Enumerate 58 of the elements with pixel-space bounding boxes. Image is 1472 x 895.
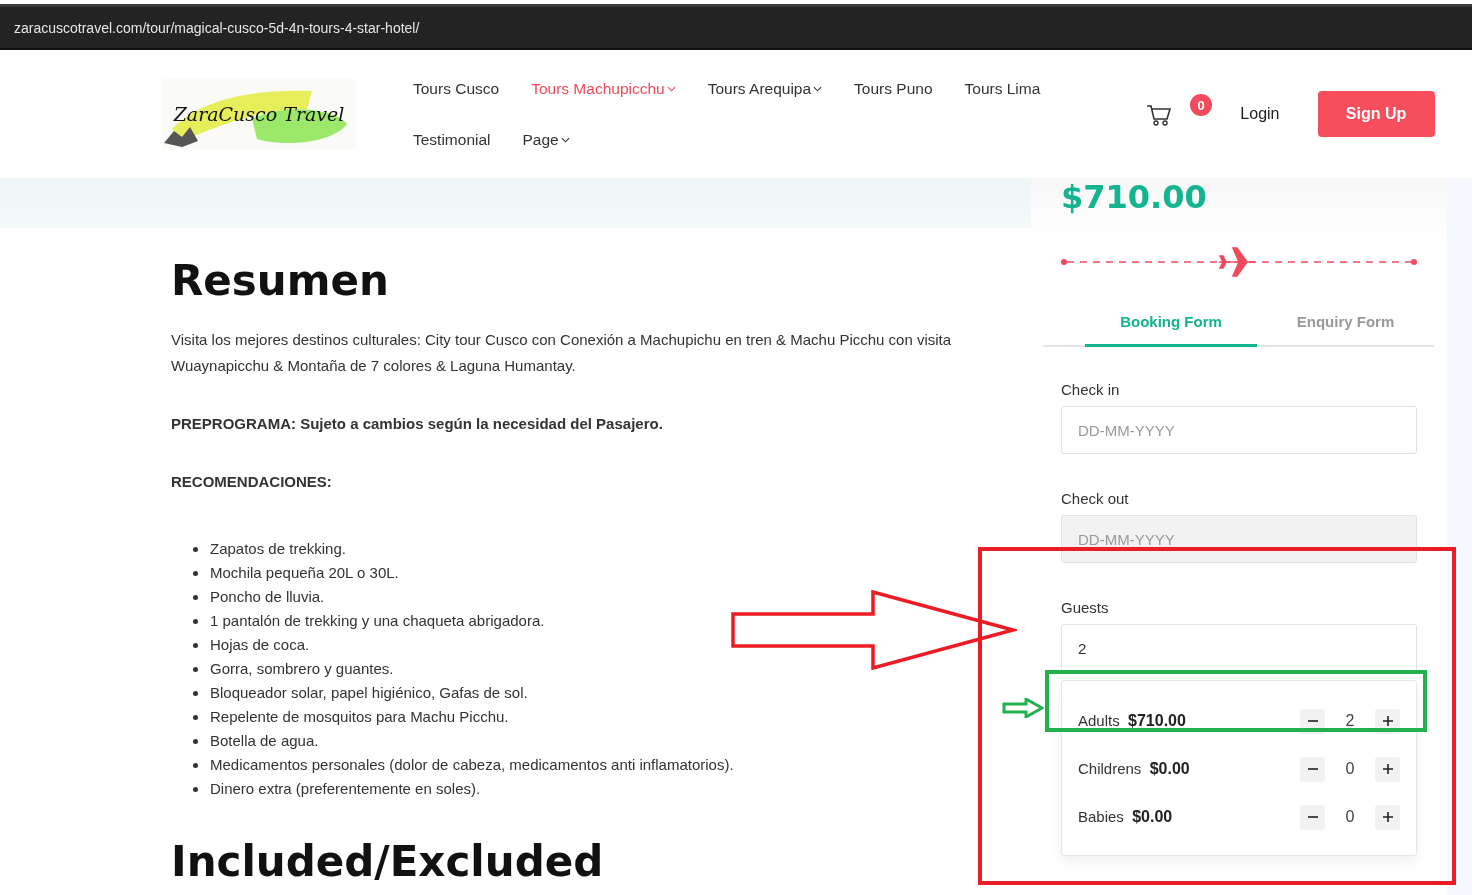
plus-icon (1381, 715, 1394, 727)
bullet-icon (193, 762, 198, 768)
nav-link[interactable]: Tours Lima (964, 79, 1041, 98)
nav-link[interactable]: Tours Cusco (413, 79, 500, 98)
bullet-icon (193, 666, 198, 672)
nav-link[interactable]: Tours Puno (854, 79, 933, 98)
nav-link[interactable]: Testimonial (413, 130, 491, 149)
list-item: 1 pantalón de trekking y una chaqueta abrigadora. (210, 611, 545, 631)
annotation-arrow (1002, 698, 1044, 718)
preprogram-note: PREPROGRAMA: Sujeto a cambios según la necesidad del Pasajero. (171, 414, 664, 434)
url-text[interactable]: zaracuscotravel.com/tour/magical-cusco-5d-4n-tours-4-star-hotel/ (14, 19, 420, 36)
login-link[interactable]: Login (1240, 105, 1280, 123)
guests-field[interactable]: 2 (1061, 624, 1417, 672)
guest-type-label: Childrens $0.00 (1078, 760, 1190, 778)
bullet-icon (193, 690, 198, 696)
bullet-icon (193, 786, 198, 792)
price: $710.00 (1061, 178, 1208, 216)
bullet-icon (193, 570, 198, 576)
nav-link[interactable]: Tours Machupicchu (531, 79, 676, 98)
list-item: Gorra, sombrero y guantes. (210, 659, 394, 679)
cart-count-badge: 0 (1190, 94, 1212, 116)
field-label: Guests (1061, 599, 1110, 616)
guest-count: 0 (1344, 808, 1356, 826)
section-heading: Resumen (171, 256, 390, 305)
bullet-icon (193, 618, 198, 624)
plus-icon (1381, 763, 1394, 775)
bullet-icon (193, 714, 198, 720)
nav-link[interactable]: Tours Arequipa (707, 79, 823, 98)
section-heading: Included/Excluded (171, 837, 605, 886)
list-item: Bloqueador solar, papel higiénico, Gafas de sol. (210, 683, 528, 703)
guest-count: 2 (1344, 712, 1356, 730)
guest-type-label: Babies $0.00 (1078, 808, 1173, 826)
recommendations-title: RECOMENDACIONES: (171, 472, 333, 492)
cart-icon[interactable] (1146, 103, 1173, 127)
minus-button[interactable] (1300, 804, 1325, 830)
list-item: Medicamentos personales (dolor de cabeza, medicamentos anti inflamatorios). (210, 755, 734, 775)
list-item: Repelente de mosquitos para Machu Picchu. (210, 707, 509, 727)
intro-paragraph: Visita los mejores destinos culturales: City tour Cusco con Conexión a Machupichu en tren & Machu Picchu con visita Wuaynapicchu & Montaña de 7 colores & Laguna Humantay. (171, 330, 953, 376)
minus-button[interactable] (1300, 756, 1325, 782)
date-field[interactable]: DD-MM-YYYY (1061, 406, 1417, 454)
nav-link[interactable]: Page (522, 130, 570, 149)
bullet-icon (193, 642, 198, 648)
plus-button[interactable] (1375, 756, 1400, 782)
bullet-icon (193, 594, 198, 600)
list-item: Dinero extra (preferentemente en soles). (210, 779, 481, 799)
guest-count: 0 (1344, 760, 1356, 778)
list-item: Zapatos de trekking. (210, 539, 346, 559)
plus-icon (1381, 811, 1394, 823)
list-item: Hojas de coca. (210, 635, 310, 655)
bullet-icon (193, 546, 198, 552)
bullet-icon (193, 738, 198, 744)
guest-type-label: Adults $710.00 (1078, 712, 1186, 730)
list-item: Botella de agua. (210, 731, 319, 751)
plus-button[interactable] (1375, 804, 1400, 830)
field-label: Check out (1061, 490, 1130, 507)
field-label: Check in (1061, 381, 1121, 398)
list-item: Poncho de lluvia. (210, 587, 325, 607)
list-item: Mochila pequeña 20L o 30L. (210, 563, 399, 583)
